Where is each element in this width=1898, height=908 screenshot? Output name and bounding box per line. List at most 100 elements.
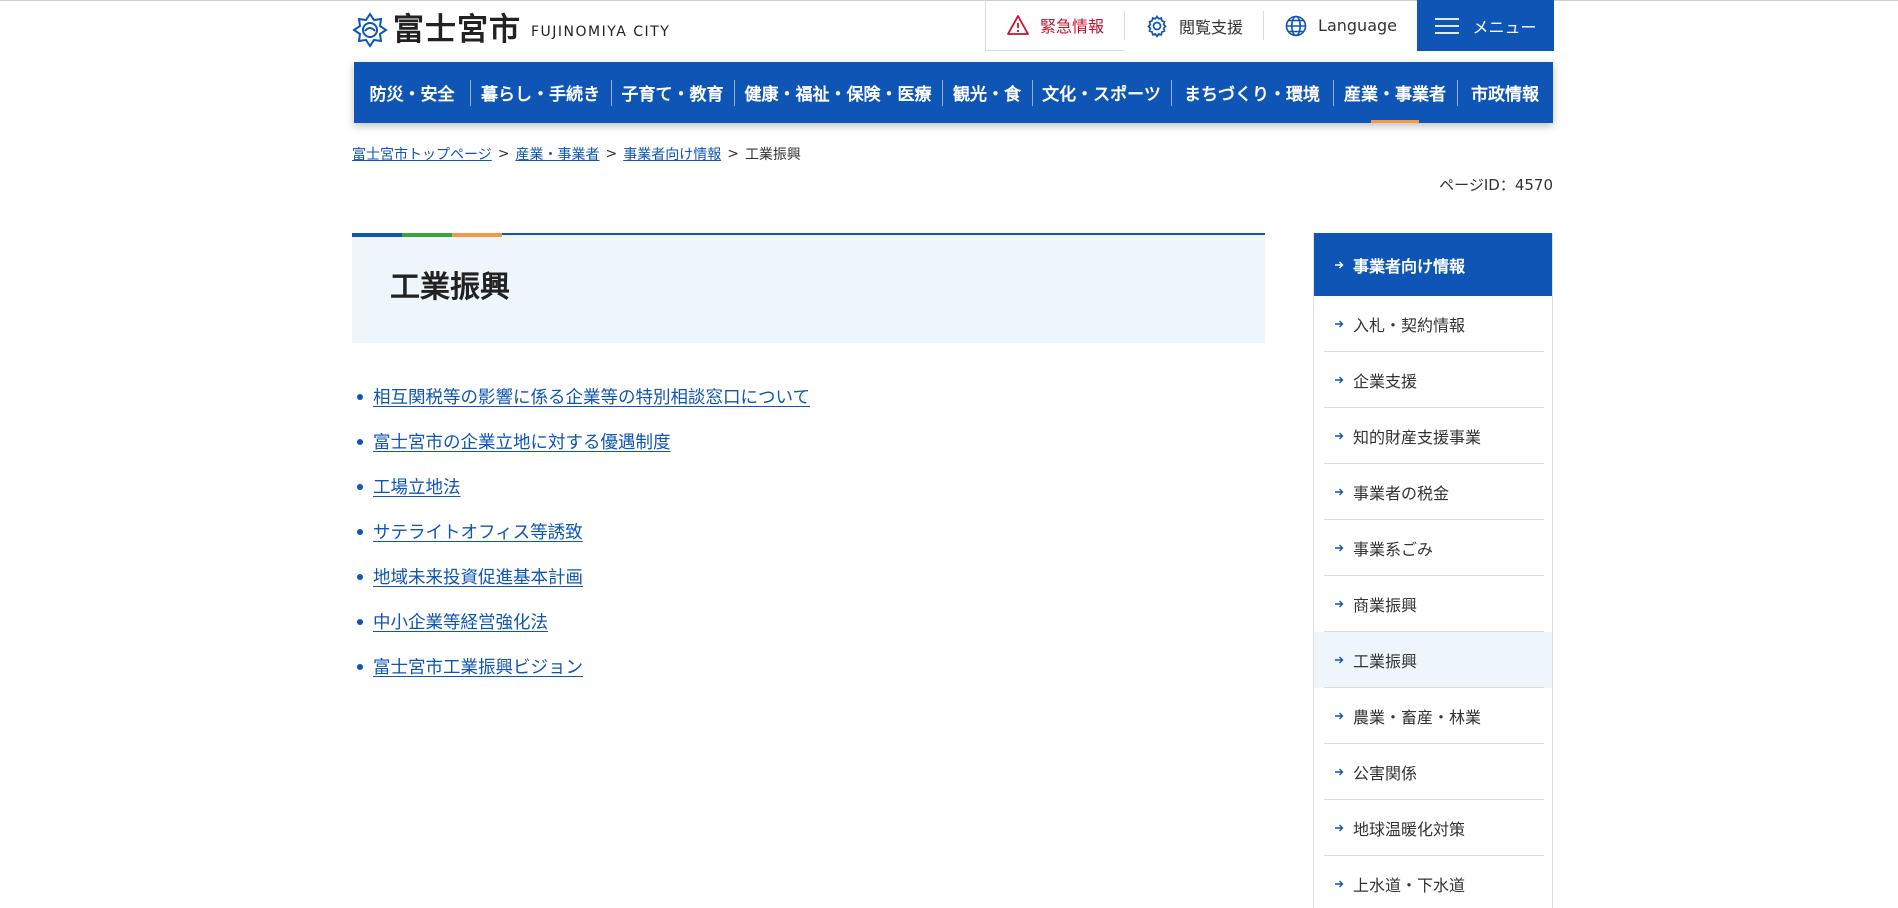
- gnav-industry-business[interactable]: 産業・事業者: [1333, 62, 1457, 123]
- breadcrumb-link-industry[interactable]: 産業・事業者: [515, 144, 599, 164]
- breadcrumb-link-top[interactable]: 富士宮市トップページ: [352, 144, 492, 164]
- side-nav-item-agriculture[interactable]: 農業・畜産・林業: [1314, 688, 1552, 744]
- gnav-health-welfare[interactable]: 健康・福祉・保険・医療: [734, 62, 942, 123]
- side-nav-item-bidding[interactable]: 入札・契約情報: [1314, 296, 1552, 352]
- side-nav-item-ip-support[interactable]: 知的財産支援事業: [1314, 408, 1552, 464]
- language-label: Language: [1318, 16, 1397, 35]
- list-item: 中小企業等経営強化法: [352, 599, 810, 644]
- side-nav-item-label: 農業・畜産・林業: [1353, 708, 1482, 727]
- side-nav-item-industry[interactable]: 工業振興: [1314, 632, 1552, 688]
- side-nav-heading-label: 事業者向け情報: [1353, 256, 1466, 276]
- gnav-childcare-education[interactable]: 子育て・教育: [611, 62, 734, 123]
- globe-icon: [1285, 15, 1307, 36]
- side-nav-item-global-warming[interactable]: 地球温暖化対策: [1314, 800, 1552, 856]
- bullet: [357, 663, 363, 670]
- arrow-right-icon: [1335, 432, 1344, 440]
- emergency-label: 緊急情報: [1040, 17, 1105, 36]
- site-header: 富士宮市 FUJINOMIYA CITY 緊急情報 閲覧支援 Language …: [352, 0, 1554, 52]
- site-logo[interactable]: 富士宮市 FUJINOMIYA CITY: [352, 12, 670, 48]
- list-item: 地域未来投資促進基本計画: [352, 554, 810, 599]
- breadcrumb-separator: >: [605, 146, 618, 162]
- side-nav-item-label: 入札・契約情報: [1353, 316, 1466, 335]
- side-nav-item-business-support[interactable]: 企業支援: [1314, 352, 1552, 408]
- emergency-info-link[interactable]: 緊急情報: [985, 0, 1125, 51]
- breadcrumb-link-business-info[interactable]: 事業者向け情報: [623, 144, 721, 164]
- content-link[interactable]: サテライトオフィス等誘致: [373, 519, 583, 544]
- side-nav-heading[interactable]: 事業者向け情報: [1314, 233, 1552, 296]
- page-title: 工業振興: [390, 270, 510, 305]
- content-link[interactable]: 中小企業等経営強化法: [373, 609, 548, 634]
- side-nav-item-label: 知的財産支援事業: [1353, 428, 1482, 447]
- content-link[interactable]: 相互関税等の影響に係る企業等の特別相談窓口について: [373, 384, 810, 409]
- arrow-right-icon: [1335, 261, 1344, 268]
- logo-text-ja: 富士宮市: [393, 12, 521, 48]
- content-link[interactable]: 地域未来投資促進基本計画: [373, 564, 583, 589]
- side-nav: 事業者向け情報 入札・契約情報 企業支援 知的財産支援事業 事業者の税金 事業系…: [1313, 233, 1553, 908]
- gnav-tourism-food[interactable]: 観光・食: [942, 62, 1032, 123]
- side-nav-item-label: 事業者の税金: [1353, 484, 1450, 503]
- side-nav-item-label: 商業振興: [1353, 596, 1418, 615]
- arrow-right-icon: [1335, 712, 1344, 720]
- arrow-right-icon: [1335, 824, 1344, 832]
- bullet: [357, 393, 363, 400]
- side-nav-item-water-sewer[interactable]: 上水道・下水道: [1314, 856, 1552, 908]
- content-link[interactable]: 富士宮市の企業立地に対する優遇制度: [373, 429, 671, 454]
- side-nav-item-label: 地球温暖化対策: [1353, 820, 1466, 839]
- breadcrumb-separator: >: [497, 146, 510, 162]
- bullet: [357, 618, 363, 625]
- hamburger-icon: [1435, 17, 1460, 34]
- side-nav-item-business-tax[interactable]: 事業者の税金: [1314, 464, 1552, 520]
- page-id: ページID：4570: [1439, 176, 1553, 194]
- accent-blue: [352, 233, 402, 237]
- utility-nav: 緊急情報 閲覧支援 Language メニュー: [985, 0, 1554, 51]
- side-nav-item-label: 上水道・下水道: [1353, 876, 1466, 895]
- title-accent-bar: [352, 233, 502, 237]
- breadcrumb-current: 工業振興: [744, 147, 801, 163]
- breadcrumb-separator: >: [727, 146, 739, 162]
- arrow-right-icon: [1335, 320, 1344, 328]
- arrow-right-icon: [1335, 768, 1344, 776]
- accessibility-label: 閲覧支援: [1179, 17, 1244, 37]
- side-nav-item-label: 企業支援: [1353, 372, 1418, 391]
- global-nav: 防災・安全 暮らし・手続き 子育て・教育 健康・福祉・保険・医療 観光・食 文化…: [354, 62, 1553, 123]
- side-nav-item-label: 事業系ごみ: [1353, 540, 1434, 559]
- city-emblem-icon: [352, 12, 388, 48]
- content-link-list: 相互関税等の影響に係る企業等の特別相談窓口について 富士宮市の企業立地に対する優…: [352, 374, 810, 689]
- content-link[interactable]: 工場立地法: [373, 474, 461, 499]
- side-nav-item-pollution[interactable]: 公害関係: [1314, 744, 1552, 800]
- list-item: サテライトオフィス等誘致: [352, 509, 810, 554]
- side-nav-item-label: 公害関係: [1353, 764, 1418, 783]
- menu-button[interactable]: メニュー: [1417, 0, 1554, 51]
- page-title-box: 工業振興: [352, 233, 1265, 343]
- breadcrumb: 富士宮市トップページ > 産業・事業者 > 事業者向け情報 > 工業振興: [352, 144, 801, 164]
- warning-icon: [1007, 15, 1029, 35]
- arrow-right-icon: [1335, 656, 1344, 664]
- accent-orange: [452, 233, 502, 237]
- gnav-disaster-safety[interactable]: 防災・安全: [354, 62, 470, 123]
- side-nav-item-business-waste[interactable]: 事業系ごみ: [1314, 520, 1552, 576]
- bullet: [357, 483, 363, 490]
- gnav-living-procedures[interactable]: 暮らし・手続き: [470, 62, 611, 123]
- content-link[interactable]: 富士宮市工業振興ビジョン: [373, 654, 583, 679]
- logo-text-en: FUJINOMIYA CITY: [531, 24, 671, 40]
- side-nav-item-label: 工業振興: [1353, 652, 1418, 671]
- list-item: 相互関税等の影響に係る企業等の特別相談窓口について: [352, 374, 810, 419]
- arrow-right-icon: [1335, 600, 1344, 608]
- menu-label: メニュー: [1472, 17, 1537, 37]
- arrow-right-icon: [1335, 376, 1344, 384]
- arrow-right-icon: [1335, 544, 1344, 552]
- accessibility-support-button[interactable]: 閲覧支援: [1125, 0, 1263, 51]
- side-nav-item-commerce[interactable]: 商業振興: [1314, 576, 1552, 632]
- list-item: 工場立地法: [352, 464, 810, 509]
- arrow-right-icon: [1335, 488, 1344, 496]
- accent-green: [402, 233, 452, 237]
- gnav-town-environment[interactable]: まちづくり・環境: [1171, 62, 1333, 123]
- gear-icon: [1147, 14, 1167, 38]
- language-button[interactable]: Language: [1264, 0, 1417, 51]
- list-item: 富士宮市の企業立地に対する優遇制度: [352, 419, 810, 464]
- bullet: [357, 528, 363, 535]
- gnav-culture-sports[interactable]: 文化・スポーツ: [1032, 62, 1171, 123]
- gnav-city-administration[interactable]: 市政情報: [1457, 62, 1553, 123]
- arrow-right-icon: [1335, 880, 1344, 888]
- bullet: [357, 573, 363, 580]
